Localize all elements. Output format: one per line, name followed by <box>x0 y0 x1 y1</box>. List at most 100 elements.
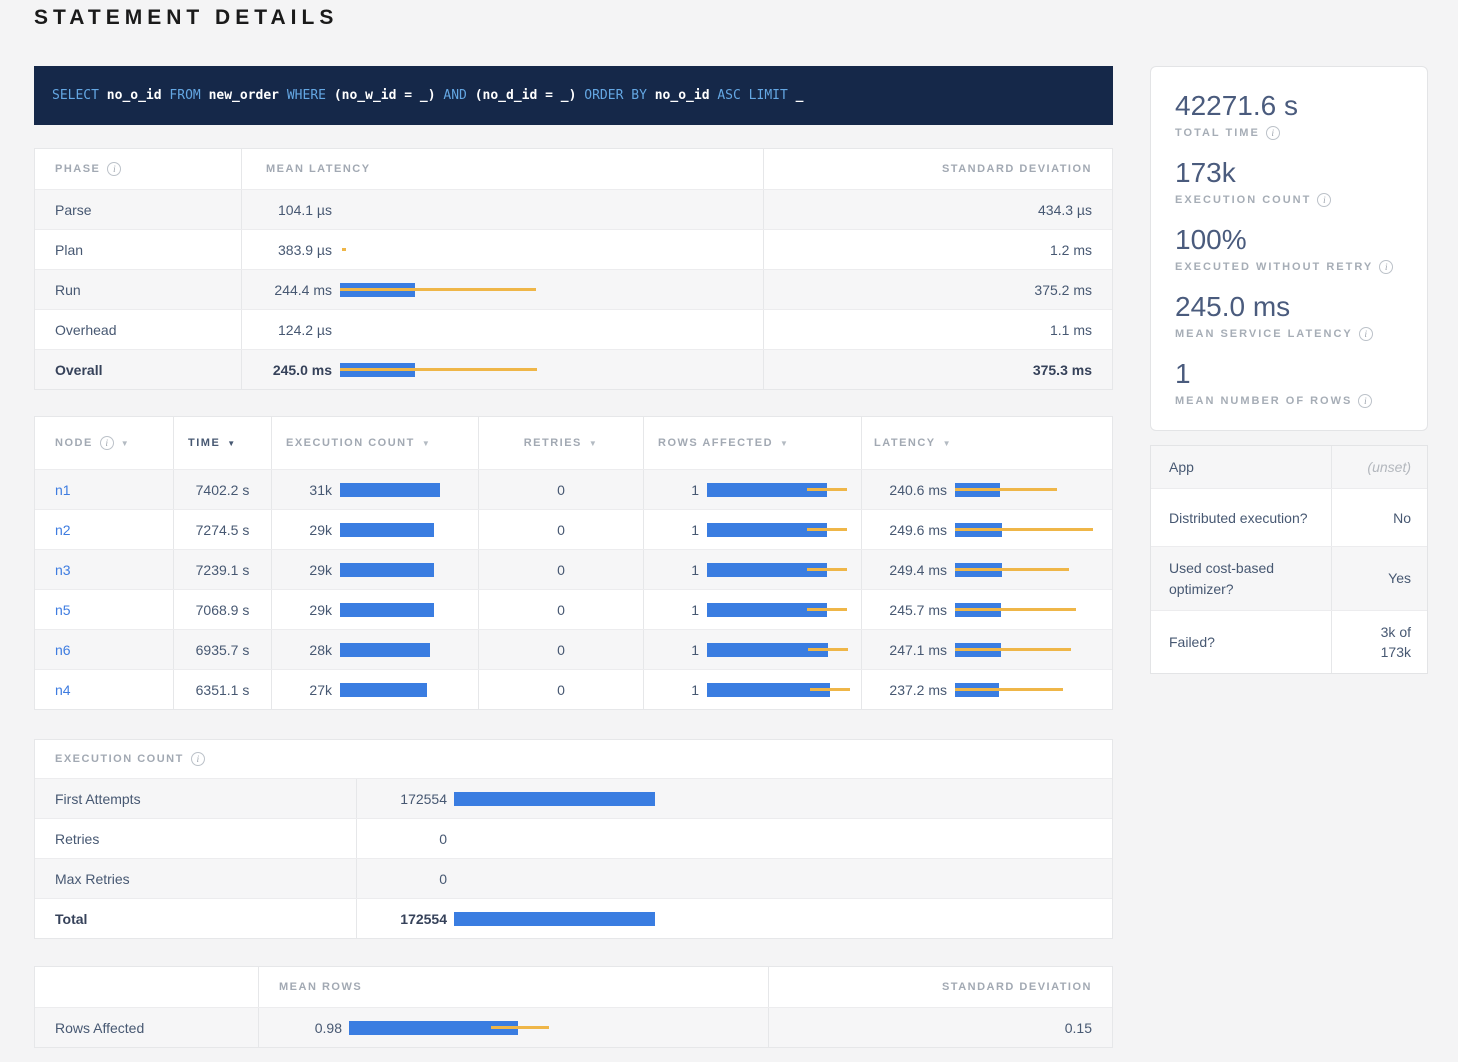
info-icon[interactable]: i <box>107 162 121 176</box>
latency-cell: 247.1 ms <box>861 630 1112 669</box>
summary-label-text: EXECUTED WITHOUT RETRY <box>1175 261 1373 273</box>
table-row: n6 6935.7 s 28k 0 1 247.1 ms <box>35 629 1112 669</box>
phase-cell: Plan <box>35 230 241 269</box>
empty-header-cell <box>35 967 258 1007</box>
statement-details-card: App (unset) Distributed execution? No Us… <box>1150 445 1428 674</box>
table-row: Run 244.4 ms 375.2 ms <box>35 269 1112 309</box>
node-statistics-table: NODE i ▼ TIME ▼ EXECUTION COUNT ▼ RETRIE… <box>34 416 1113 710</box>
phase-cell: Overhead <box>35 310 241 349</box>
execution-count-column-header[interactable]: EXECUTION COUNT ▼ <box>271 417 478 469</box>
rows-affected-value: 1 <box>658 522 699 538</box>
table-row: Rows Affected 0.98 0.15 <box>35 1007 1112 1047</box>
execution-count-value: 29k <box>286 602 332 618</box>
bar-mean-segment <box>340 603 434 617</box>
info-icon[interactable]: i <box>191 752 205 766</box>
node-column-header[interactable]: NODE i ▼ <box>35 417 173 469</box>
bar-stddev-segment <box>807 488 847 491</box>
mean-latency-cell: 383.9 µs <box>241 230 764 269</box>
execution-count-title-label: EXECUTION COUNT <box>55 753 184 765</box>
bar-stddev-segment <box>955 688 1063 691</box>
mean-latency-header-label: MEAN LATENCY <box>266 163 371 175</box>
page-title: STATEMENT DETAILS <box>34 6 338 30</box>
bar-stddev-segment <box>340 288 536 291</box>
table-row: First Attempts 172554 <box>35 778 1112 818</box>
latency-value: 249.6 ms <box>874 522 947 538</box>
phase-column-header: PHASE i <box>35 149 241 189</box>
detail-label: Used cost-based optimizer? <box>1151 547 1331 610</box>
rows-affected-header-label: ROWS AFFECTED <box>658 437 773 449</box>
node-link[interactable]: n5 <box>55 602 71 618</box>
summary-label: TOTAL TIME i <box>1175 126 1403 140</box>
info-icon[interactable]: i <box>1358 394 1372 408</box>
count-value: 172554 <box>357 911 447 927</box>
execution-count-table-title: EXECUTION COUNT i <box>35 740 1112 778</box>
retries-cell: 0 <box>478 670 643 709</box>
bar-mean-segment <box>340 523 434 537</box>
phase-table-header: PHASE i MEAN LATENCY STANDARD DEVIATION <box>35 149 1112 189</box>
table-row: n4 6351.1 s 27k 0 1 237.2 ms <box>35 669 1112 709</box>
table-row: Parse 104.1 µs 434.3 µs <box>35 189 1112 229</box>
time-cell: 7274.5 s <box>173 510 271 549</box>
execution-count-cell: 29k <box>271 590 478 629</box>
retries-cell: 0 <box>478 550 643 589</box>
latency-value: 245.7 ms <box>874 602 947 618</box>
node-link[interactable]: n6 <box>55 642 71 658</box>
detail-value: Yes <box>1331 547 1427 610</box>
detail-label: Failed? <box>1151 611 1331 674</box>
detail-row: Used cost-based optimizer? Yes <box>1151 546 1427 610</box>
execution-count-cell: 31k <box>271 470 478 509</box>
time-cell: 7068.9 s <box>173 590 271 629</box>
summary-card: 42271.6 s TOTAL TIME i 173k EXECUTION CO… <box>1150 66 1428 431</box>
table-row: n5 7068.9 s 29k 0 1 245.7 ms <box>35 589 1112 629</box>
execution-count-value: 29k <box>286 562 332 578</box>
retries-column-header[interactable]: RETRIES ▼ <box>478 417 643 469</box>
latency-value: 247.1 ms <box>874 642 947 658</box>
info-icon[interactable]: i <box>1317 193 1331 207</box>
summary-label: EXECUTION COUNT i <box>1175 193 1403 207</box>
sql-keyword: ORDER BY <box>576 88 654 103</box>
sort-arrow-icon: ▼ <box>422 439 431 448</box>
mean-latency-column-header: MEAN LATENCY <box>241 149 764 189</box>
info-icon[interactable]: i <box>100 436 114 450</box>
sql-keyword: ASC LIMIT <box>710 88 796 103</box>
sql-identifier: (no_w_id = _) <box>334 88 436 103</box>
count-value: 0 <box>357 831 447 847</box>
info-icon[interactable]: i <box>1379 260 1393 274</box>
standard-deviation-column-header: STANDARD DEVIATION <box>769 981 1112 993</box>
sql-keyword: FROM <box>162 88 209 103</box>
bar-stddev-segment <box>807 608 847 611</box>
mean-latency-value: 104.1 µs <box>266 202 332 218</box>
row-label: Max Retries <box>35 859 356 898</box>
rows-affected-column-header[interactable]: ROWS AFFECTED ▼ <box>643 417 861 469</box>
latency-cell: 249.4 ms <box>861 550 1112 589</box>
execution-count-value: 27k <box>286 682 332 698</box>
node-link[interactable]: n1 <box>55 482 71 498</box>
sql-identifier: new_order <box>209 88 279 103</box>
execution-count-value: 29k <box>286 522 332 538</box>
time-header-label: TIME <box>188 437 220 449</box>
summary-label-text: TOTAL TIME <box>1175 127 1260 139</box>
time-column-header[interactable]: TIME ▼ <box>173 417 271 469</box>
bar-stddev-segment <box>955 648 1071 651</box>
table-row: n1 7402.2 s 31k 0 1 240.6 ms <box>35 469 1112 509</box>
info-icon[interactable]: i <box>1266 126 1280 140</box>
summary-label-text: MEAN SERVICE LATENCY <box>1175 328 1353 340</box>
summary-item: 1 MEAN NUMBER OF ROWS i <box>1175 357 1403 408</box>
summary-label: MEAN NUMBER OF ROWS i <box>1175 394 1403 408</box>
detail-row: App (unset) <box>1151 446 1427 488</box>
latency-header-label: LATENCY <box>874 437 936 449</box>
bar-stddev-segment <box>808 648 848 651</box>
mean-rows-value: 0.98 <box>279 1020 342 1036</box>
detail-row: Failed? 3k of 173k <box>1151 610 1427 674</box>
table-row: n2 7274.5 s 29k 0 1 249.6 ms <box>35 509 1112 549</box>
latency-value: 237.2 ms <box>874 682 947 698</box>
execution-count-table-header: EXECUTION COUNT i <box>35 740 1112 778</box>
node-link[interactable]: n2 <box>55 522 71 538</box>
table-row: Overall 245.0 ms 375.3 ms <box>35 349 1112 389</box>
latency-column-header[interactable]: LATENCY ▼ <box>861 417 1112 469</box>
node-table-header: NODE i ▼ TIME ▼ EXECUTION COUNT ▼ RETRIE… <box>35 417 1112 469</box>
node-link[interactable]: n3 <box>55 562 71 578</box>
node-link[interactable]: n4 <box>55 682 71 698</box>
execution-count-table: EXECUTION COUNT i First Attempts 172554 … <box>34 739 1113 939</box>
info-icon[interactable]: i <box>1359 327 1373 341</box>
